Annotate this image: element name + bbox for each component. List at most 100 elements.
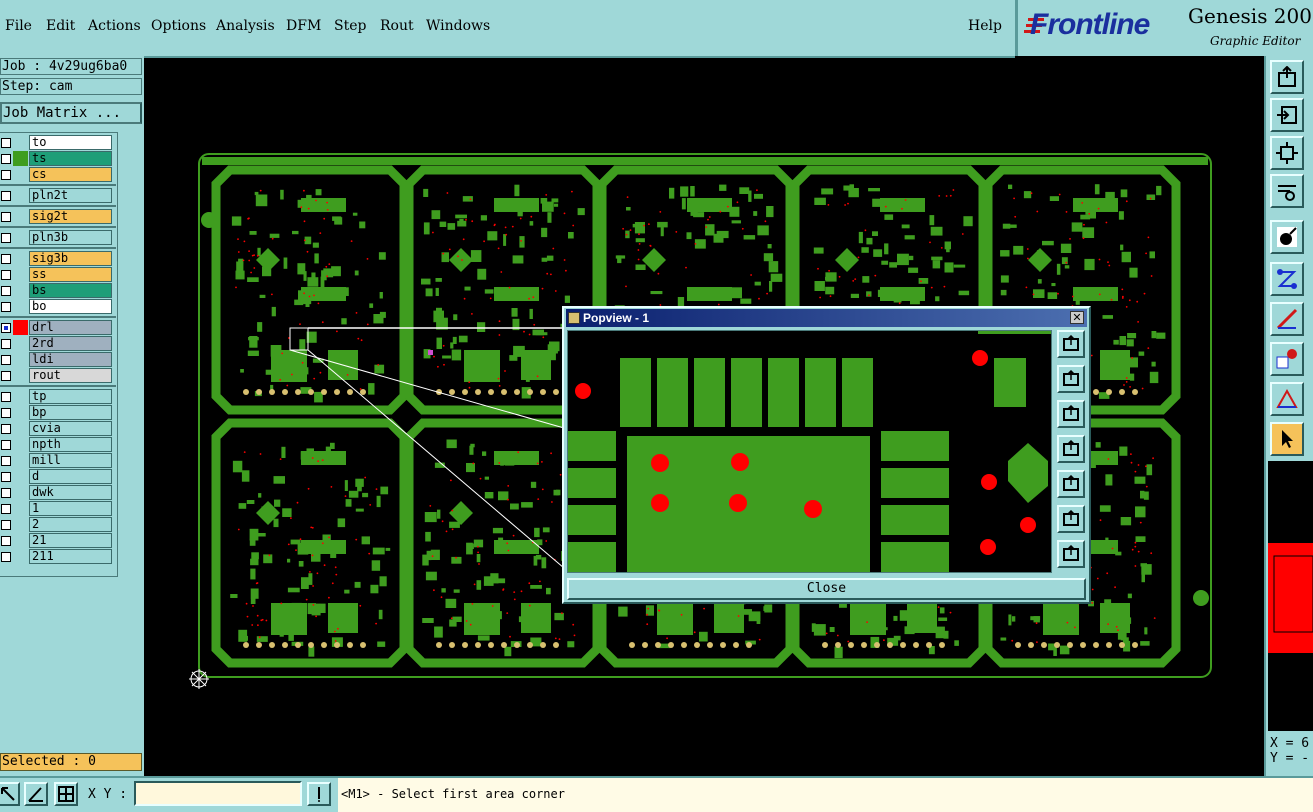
menu-file[interactable]: File: [5, 18, 32, 34]
grid-button[interactable]: [54, 782, 78, 806]
layer-name[interactable]: mill: [29, 453, 112, 468]
popview-zoom-out-button[interactable]: [1057, 400, 1085, 428]
layer-name[interactable]: drl: [29, 320, 112, 335]
layer-color-swatch[interactable]: [13, 283, 28, 298]
layer-color-swatch[interactable]: [13, 501, 28, 516]
layer-name[interactable]: npth: [29, 437, 112, 452]
layer-row-cs[interactable]: cs: [0, 167, 116, 182]
layer-name[interactable]: tp: [29, 389, 112, 404]
window-menu-icon[interactable]: [568, 312, 580, 324]
job-matrix-button[interactable]: Job Matrix ...: [0, 102, 142, 124]
layer-color-swatch[interactable]: [13, 368, 28, 383]
layer-color-swatch[interactable]: [13, 336, 28, 351]
layer-row-bo[interactable]: bo: [0, 299, 116, 314]
layer-name[interactable]: 2rd: [29, 336, 112, 351]
layer-row-sig3b[interactable]: sig3b: [0, 251, 116, 266]
layer-color-swatch[interactable]: [13, 320, 28, 335]
layer-row-ss[interactable]: ss: [0, 267, 116, 282]
layer-color-swatch[interactable]: [13, 188, 28, 203]
layer-checkbox[interactable]: [1, 270, 11, 280]
layer-name[interactable]: sig2t: [29, 209, 112, 224]
layer-color-swatch[interactable]: [13, 405, 28, 420]
layer-row-sig2t[interactable]: sig2t: [0, 209, 116, 224]
layer-checkbox[interactable]: [1, 286, 11, 296]
popview-pan-right-button[interactable]: [1057, 470, 1085, 498]
layer-row-2[interactable]: 2: [0, 517, 116, 532]
layer-color-swatch[interactable]: [13, 167, 28, 182]
menu-actions[interactable]: Actions: [88, 18, 141, 34]
layer-row-21[interactable]: 21: [0, 533, 116, 548]
menu-analysis[interactable]: Analysis: [216, 18, 275, 34]
layer-row-ldi[interactable]: ldi: [0, 352, 116, 367]
triangle-tool-button[interactable]: [1270, 382, 1304, 416]
layer-color-swatch[interactable]: [13, 352, 28, 367]
layer-row-pln2t[interactable]: pln2t: [0, 188, 116, 203]
popview-zoom-in-button[interactable]: [1057, 365, 1085, 393]
menu-dfm[interactable]: DFM: [286, 18, 321, 34]
info-button[interactable]: [307, 782, 331, 806]
layer-color-swatch[interactable]: [13, 135, 28, 150]
menu-help[interactable]: Help: [968, 18, 1002, 34]
layer-row-211[interactable]: 211: [0, 549, 116, 564]
layer-name[interactable]: bo: [29, 299, 112, 314]
layer-name[interactable]: ts: [29, 151, 112, 166]
pad-tool-button[interactable]: [1270, 220, 1304, 254]
layer-color-swatch[interactable]: [13, 151, 28, 166]
layer-row-dwk[interactable]: dwk: [0, 485, 116, 500]
layer-name[interactable]: rout: [29, 368, 112, 383]
layer-checkbox[interactable]: [1, 138, 11, 148]
layer-checkbox[interactable]: [1, 472, 11, 482]
layer-row-ts[interactable]: ts: [0, 151, 116, 166]
layer-checkbox[interactable]: [1, 488, 11, 498]
layer-checkbox[interactable]: [1, 392, 11, 402]
popview-canvas[interactable]: [567, 330, 1052, 573]
popview-fit-button[interactable]: [1057, 505, 1085, 533]
layer-color-swatch[interactable]: [13, 549, 28, 564]
zoom-window-button[interactable]: [0, 782, 20, 806]
layer-row-to[interactable]: to: [0, 135, 116, 150]
layer-color-swatch[interactable]: [13, 389, 28, 404]
layer-checkbox[interactable]: [1, 233, 11, 243]
layer-color-swatch[interactable]: [13, 533, 28, 548]
layer-row-1[interactable]: 1: [0, 501, 116, 516]
layer-row-mill[interactable]: mill: [0, 453, 116, 468]
layer-checkbox[interactable]: [1, 191, 11, 201]
layer-row-npth[interactable]: npth: [0, 437, 116, 452]
layer-name[interactable]: sig3b: [29, 251, 112, 266]
layer-checkbox[interactable]: [1, 254, 11, 264]
layer-checkbox[interactable]: [1, 212, 11, 222]
layer-checkbox[interactable]: [1, 424, 11, 434]
pointer-button[interactable]: [1270, 422, 1304, 456]
layer-name[interactable]: cs: [29, 167, 112, 182]
layer-name[interactable]: bp: [29, 405, 112, 420]
line-tool-button[interactable]: [1270, 302, 1304, 336]
overview-minimap[interactable]: [1268, 461, 1313, 731]
net-tool-button[interactable]: [1270, 262, 1304, 296]
layer-checkbox[interactable]: [1, 355, 11, 365]
layer-row-drl[interactable]: drl: [0, 320, 116, 335]
layer-row-pln3b[interactable]: pln3b: [0, 230, 116, 245]
layer-checkbox[interactable]: [1, 323, 11, 333]
layer-row-rout[interactable]: rout: [0, 368, 116, 383]
menu-windows[interactable]: Windows: [426, 18, 490, 34]
layer-color-swatch[interactable]: [13, 485, 28, 500]
layer-name[interactable]: ss: [29, 267, 112, 282]
layer-checkbox[interactable]: [1, 408, 11, 418]
zoom-previous-button[interactable]: [1270, 98, 1304, 132]
menu-options[interactable]: Options: [151, 18, 206, 34]
fit-all-button[interactable]: [1270, 136, 1304, 170]
layer-name[interactable]: pln3b: [29, 230, 112, 245]
layer-color-swatch[interactable]: [13, 230, 28, 245]
popview-close-button[interactable]: Close: [567, 578, 1086, 600]
layer-name[interactable]: dwk: [29, 485, 112, 500]
layer-checkbox[interactable]: [1, 302, 11, 312]
layer-name[interactable]: d: [29, 469, 112, 484]
menu-rout[interactable]: Rout: [380, 18, 414, 34]
layer-checkbox[interactable]: [1, 170, 11, 180]
measure-angle-button[interactable]: [24, 782, 48, 806]
layer-color-swatch[interactable]: [13, 437, 28, 452]
layer-name[interactable]: 2: [29, 517, 112, 532]
layer-name[interactable]: pln2t: [29, 188, 112, 203]
layer-row-tp[interactable]: tp: [0, 389, 116, 404]
layer-name[interactable]: cvia: [29, 421, 112, 436]
